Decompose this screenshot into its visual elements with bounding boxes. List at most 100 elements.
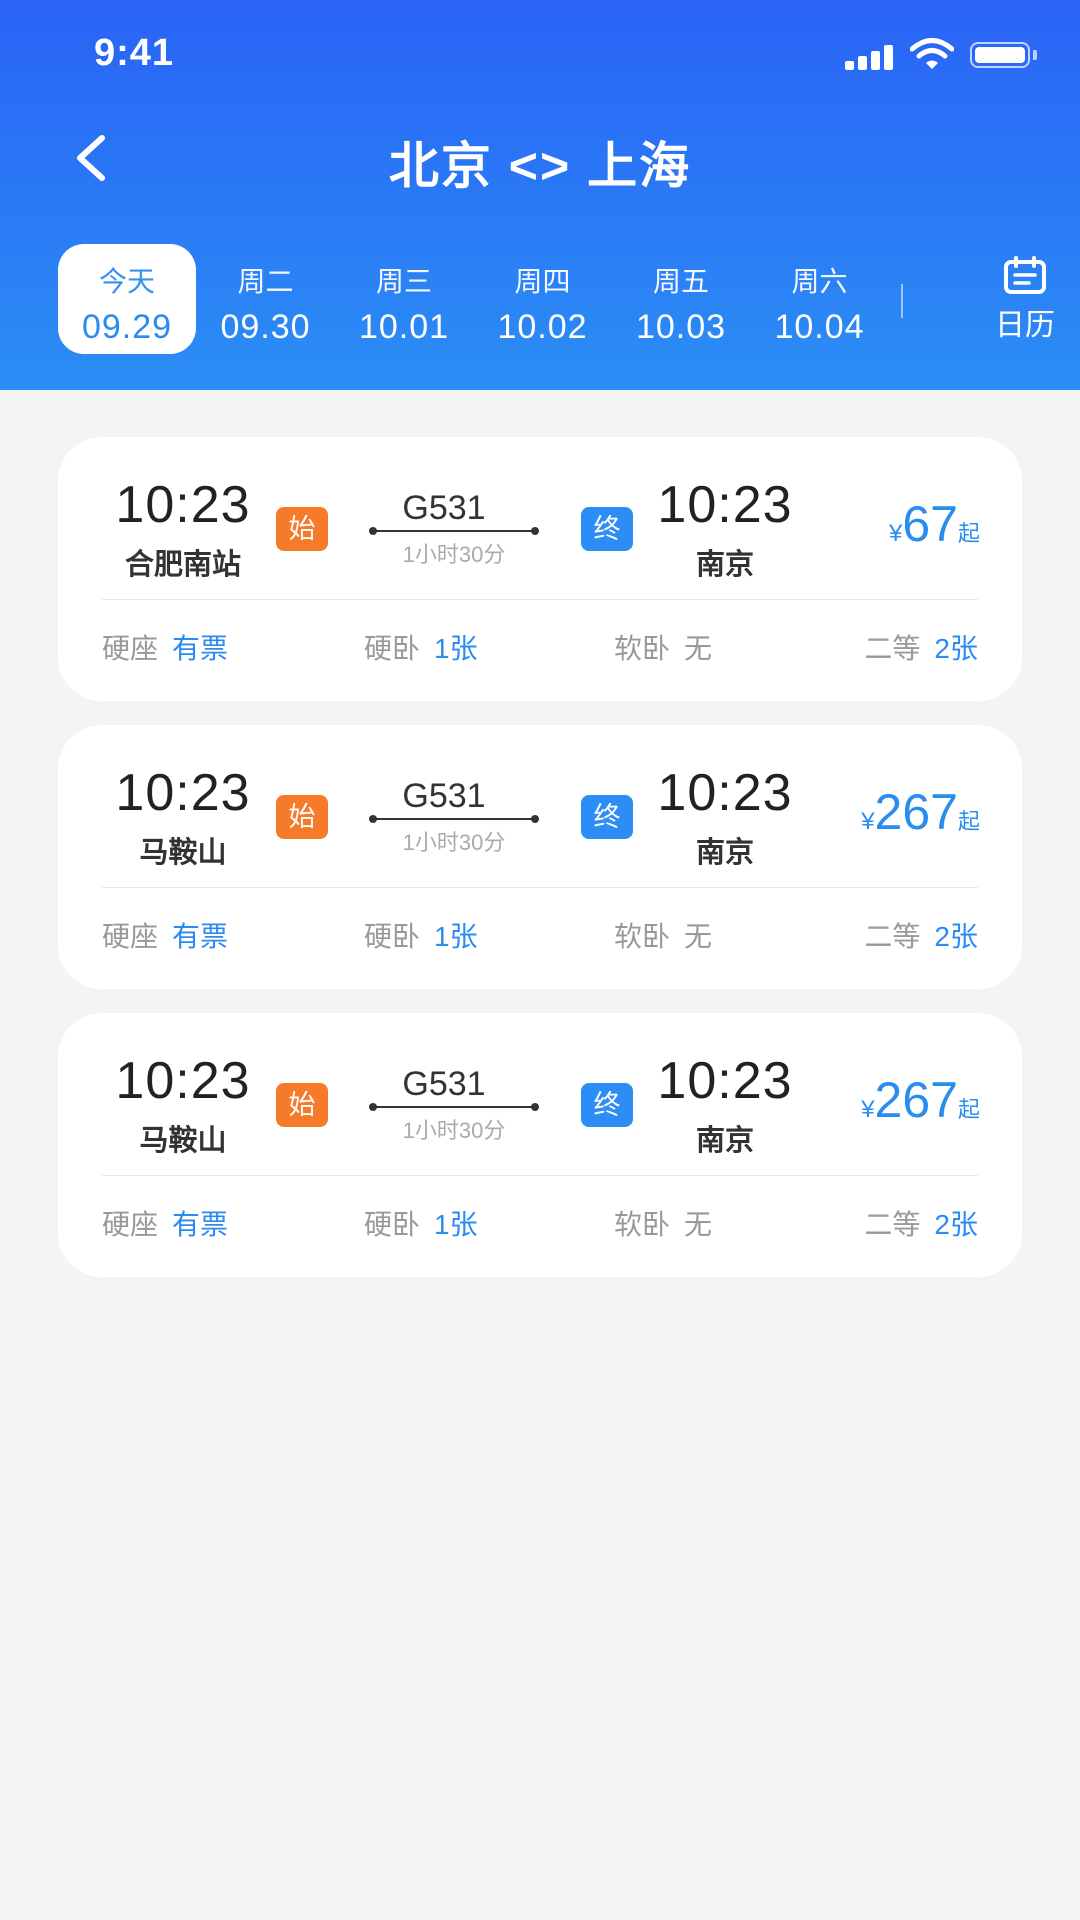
start-station-badge: 始 — [276, 507, 328, 551]
arrival-station: 南京 — [695, 549, 754, 581]
arrival-station: 南京 — [695, 1125, 754, 1157]
currency-symbol: ¥ — [861, 808, 875, 835]
route-line — [369, 815, 539, 823]
departure-time: 10:23 — [115, 764, 251, 822]
route-line — [369, 527, 539, 535]
train-number: G531 — [402, 777, 486, 815]
date-weekday: 周三 — [375, 266, 432, 297]
arrival-station: 南京 — [695, 837, 754, 869]
header: 9:41 北京 <> 上海 今天 09.29 周二 09.30 周三 10.01 周四 10.… — [0, 0, 1080, 390]
seat-option[interactable]: 二等 2张 — [864, 1203, 978, 1243]
departure-time: 10:23 — [115, 1052, 251, 1110]
date-value: 09.29 — [81, 308, 173, 346]
seat-type: 硬卧 — [364, 921, 421, 952]
date-weekday: 周五 — [652, 266, 709, 297]
seat-type: 硬卧 — [364, 633, 421, 664]
signal-icon — [845, 44, 895, 70]
date-weekday: 周四 — [514, 266, 571, 297]
seat-type: 二等 — [864, 633, 921, 664]
seat-availability: 1张 — [434, 633, 478, 664]
currency-symbol: ¥ — [861, 1096, 875, 1123]
departure-time: 10:23 — [115, 476, 251, 534]
currency-symbol: ¥ — [889, 520, 903, 547]
status-bar: 9:41 — [0, 0, 1080, 110]
seat-option[interactable]: 软卧无 — [614, 627, 712, 667]
departure-station: 合肥南站 — [124, 549, 241, 581]
end-station-badge: 终 — [581, 795, 633, 839]
seat-availability: 有票 — [172, 1209, 229, 1240]
date-divider — [901, 284, 903, 318]
seat-type: 软卧 — [614, 633, 671, 664]
date-weekday: 周二 — [237, 266, 294, 297]
seat-type: 硬座 — [102, 921, 159, 952]
travel-duration: 1小时30分 — [402, 542, 506, 567]
date-tab[interactable]: 周三 10.01 — [335, 244, 473, 354]
seat-type: 软卧 — [614, 1209, 671, 1240]
date-weekday: 周六 — [791, 266, 848, 297]
seat-availability: 无 — [684, 1209, 713, 1240]
price: ¥267起 — [861, 783, 980, 841]
seat-option[interactable]: 二等 2张 — [864, 627, 978, 667]
date-tab[interactable]: 周六 10.04 — [751, 244, 889, 354]
departure-station: 马鞍山 — [139, 1125, 227, 1157]
card-divider — [102, 599, 978, 600]
train-card[interactable]: 10:23 合肥南站 始 G531 1小时30分 终 10:23 南京 ¥67起硬座 有票 硬卧 1张… — [58, 437, 1022, 701]
seat-option[interactable]: 硬座 有票 — [102, 915, 228, 955]
card-divider — [102, 887, 978, 888]
date-value: 10.03 — [635, 308, 727, 346]
travel-duration: 1小时30分 — [402, 830, 506, 855]
train-number: G531 — [402, 1065, 486, 1103]
date-value: 10.04 — [774, 308, 865, 346]
seat-availability: 2张 — [934, 633, 978, 664]
seat-option[interactable]: 硬卧 1张 — [364, 627, 478, 667]
price-amount: 267 — [874, 784, 958, 840]
price-suffix: 起 — [957, 521, 980, 546]
price: ¥67起 — [889, 495, 980, 553]
train-number: G531 — [402, 489, 486, 527]
status-time: 9:41 — [94, 32, 175, 74]
price-amount: 267 — [874, 1072, 958, 1128]
date-selector: 今天 09.29 周二 09.30 周三 10.01 周四 10.02 周五 10.03 周六 10.… — [58, 244, 1055, 354]
departure-station: 马鞍山 — [139, 837, 227, 869]
date-value: 10.01 — [358, 308, 450, 346]
calendar-button[interactable]: 日历 — [970, 256, 1080, 346]
date-value: 10.02 — [497, 308, 588, 346]
seat-availability: 无 — [684, 921, 713, 952]
end-station-badge: 终 — [581, 507, 633, 551]
price-suffix: 起 — [957, 1097, 980, 1122]
page-title: 北京 <> 上海 — [388, 138, 692, 194]
price-amount: 67 — [902, 496, 958, 552]
seat-option[interactable]: 硬座 有票 — [102, 1203, 228, 1243]
seat-availability: 有票 — [172, 921, 229, 952]
start-station-badge: 始 — [276, 795, 328, 839]
seat-availability: 无 — [684, 633, 713, 664]
start-station-badge: 始 — [276, 1083, 328, 1127]
seat-option[interactable]: 硬座 有票 — [102, 627, 228, 667]
seat-option[interactable]: 二等 2张 — [864, 915, 978, 955]
train-card[interactable]: 10:23 马鞍山 始 G531 1小时30分 终 10:23 南京 ¥267起 硬座 有票 硬卧 1张… — [58, 1013, 1022, 1277]
date-tab[interactable]: 周四 10.02 — [474, 244, 612, 354]
seat-availability: 2张 — [934, 921, 978, 952]
train-card[interactable]: 10:23 马鞍山 始 G531 1小时30分 终 10:23 南京 ¥267起硬座 有票 硬卧 1张… — [58, 725, 1022, 989]
seat-type: 二等 — [864, 921, 921, 952]
date-tab[interactable]: 周五 10.03 — [612, 244, 750, 354]
price-suffix: 起 — [957, 809, 980, 834]
date-value: 09.30 — [220, 308, 311, 346]
seat-option[interactable]: 硬卧 1张 — [364, 1203, 478, 1243]
end-station-badge: 终 — [581, 1083, 633, 1127]
seat-type: 硬座 — [102, 1209, 159, 1240]
seat-option[interactable]: 软卧无 — [614, 1203, 712, 1243]
seat-option[interactable]: 软卧无 — [614, 915, 712, 955]
arrival-time: 10:23 — [657, 476, 793, 534]
seat-option[interactable]: 硬卧 1张 — [364, 915, 478, 955]
travel-duration: 1小时30分 — [402, 1118, 506, 1143]
date-tab[interactable]: 今天 09.29 — [58, 244, 196, 354]
calendar-icon — [1004, 256, 1046, 294]
battery-cap — [1033, 50, 1037, 60]
arrival-time: 10:23 — [657, 764, 793, 822]
seat-type: 硬卧 — [364, 1209, 421, 1240]
date-tab[interactable]: 周二 09.30 — [197, 244, 335, 354]
seat-availability: 1张 — [434, 921, 478, 952]
seat-availability: 2张 — [934, 1209, 978, 1240]
wifi-icon — [910, 38, 954, 69]
